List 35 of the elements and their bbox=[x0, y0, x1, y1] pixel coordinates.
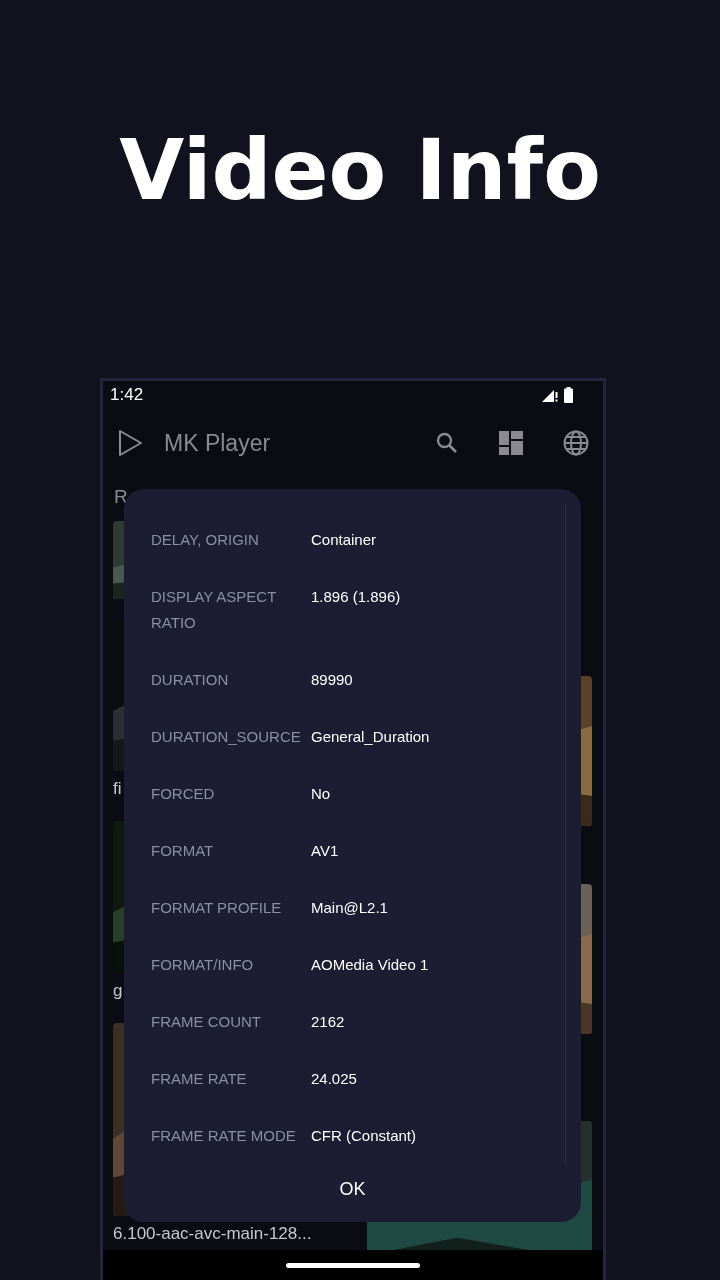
headline: Video Info bbox=[119, 120, 601, 220]
ok-button[interactable]: OK bbox=[325, 1173, 380, 1206]
play-icon bbox=[118, 429, 144, 457]
info-value: 1.896 (1.896) bbox=[311, 586, 401, 607]
info-label: FRAME COUNT bbox=[151, 1011, 261, 1032]
info-label: DELAY, ORIGIN bbox=[151, 529, 259, 550]
info-label: DISPLAY ASPECT RATIO bbox=[151, 586, 278, 633]
info-label: DURATION_SOURCE bbox=[151, 726, 301, 747]
info-value: General_Duration bbox=[311, 726, 430, 747]
info-value: 24.025 bbox=[311, 1068, 357, 1089]
info-value: CFR (Constant) bbox=[311, 1125, 417, 1146]
search-icon[interactable] bbox=[435, 431, 459, 455]
video-title[interactable]: 6.100-aac-avc-main-128... bbox=[113, 1224, 365, 1244]
info-label: FORCED bbox=[151, 783, 215, 804]
info-value: No bbox=[311, 783, 331, 804]
section-title: R bbox=[113, 485, 129, 509]
globe-icon[interactable] bbox=[563, 430, 589, 456]
home-handle[interactable] bbox=[286, 1262, 420, 1268]
info-value: 2162 bbox=[311, 1011, 345, 1032]
info-value: 89990 bbox=[311, 669, 353, 690]
battery-icon bbox=[564, 387, 573, 403]
info-value: Main@L2.1 bbox=[311, 897, 388, 918]
info-label: FORMAT bbox=[151, 840, 214, 861]
app-title: MK Player bbox=[164, 429, 271, 457]
status-time: 1:42 bbox=[110, 385, 144, 405]
info-value: Container bbox=[311, 529, 377, 550]
info-label: FRAME RATE MODE bbox=[151, 1125, 296, 1146]
info-label: FORMAT PROFILE bbox=[151, 897, 282, 918]
signal-icon bbox=[542, 388, 558, 402]
dashboard-icon[interactable] bbox=[499, 431, 523, 455]
info-label: DURATION bbox=[151, 669, 229, 690]
info-label: FRAME RATE bbox=[151, 1068, 247, 1089]
info-label: FORMAT/INFO bbox=[151, 954, 254, 975]
info-value: AV1 bbox=[311, 840, 339, 861]
info-value: AOMedia Video 1 bbox=[311, 954, 429, 975]
